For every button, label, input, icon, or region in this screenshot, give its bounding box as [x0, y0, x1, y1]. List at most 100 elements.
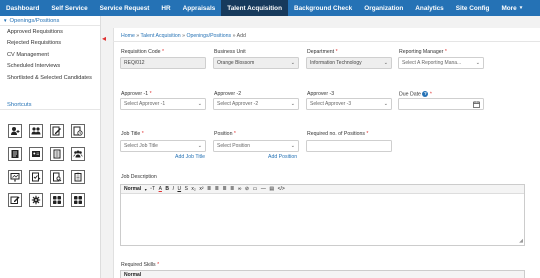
chevron-down-icon: ⌄	[383, 60, 388, 66]
nav-item-hr[interactable]: HR	[155, 0, 176, 16]
toolbar-button[interactable]: ∞	[238, 186, 242, 192]
approver1-select[interactable]: Select Approver -1 ⌄	[120, 98, 206, 110]
chevron-down-icon: ⌄	[197, 143, 202, 149]
approver3-label: Approver -3	[307, 91, 335, 97]
document-search-icon[interactable]	[50, 170, 64, 184]
font-color-icon[interactable]: A	[159, 186, 162, 192]
shortcuts-heading: Shortcuts	[0, 100, 100, 110]
nav-item-analytics[interactable]: Analytics	[409, 0, 449, 16]
nav-item-label: Self Service	[51, 4, 88, 12]
position-label: Position *	[214, 131, 236, 137]
nav-item-label: Organization	[364, 4, 404, 12]
nav-item-label: Analytics	[415, 4, 444, 12]
help-icon[interactable]: ?	[422, 91, 429, 97]
job-description-editor[interactable]: Normal ▾ ▫T A B I U Sx₂ x² ≣ ≣ ≣ ≣ ∞ ⊘ ▭ — ▤ </> ◢	[120, 184, 525, 246]
position-select[interactable]: Select Position ⌄	[213, 140, 299, 152]
add-position-link[interactable]: Add Position	[268, 154, 297, 160]
checklist-icon[interactable]	[29, 170, 43, 184]
gear-icon[interactable]	[29, 193, 43, 207]
due-date-label: Due Date ? *	[399, 91, 432, 98]
add-job-title-link[interactable]: Add Job Title	[175, 154, 205, 160]
nav-item-appraisals[interactable]: Appraisals	[177, 0, 222, 16]
toolbar-button[interactable]: I	[173, 186, 174, 192]
toolbar-button[interactable]: ▭	[253, 186, 258, 192]
due-date-input[interactable]	[398, 98, 484, 110]
toolbar-button[interactable]: S	[185, 186, 188, 192]
sidebar-section-label: Openings/Positions	[9, 17, 60, 24]
breadcrumb-talent[interactable]: Talent Acquisition	[141, 33, 181, 39]
breadcrumb-home[interactable]: Home	[121, 33, 135, 39]
nav-item-site-config[interactable]: Site Config	[450, 0, 496, 16]
group-icon[interactable]	[71, 147, 85, 161]
breadcrumb-sep: »	[136, 33, 140, 39]
text-color-icon[interactable]: ▫T	[150, 186, 155, 192]
toolbar-button[interactable]: ≣	[207, 186, 211, 192]
format-select[interactable]: Normal	[124, 272, 141, 278]
shortcuts-grid	[8, 124, 85, 207]
format-select[interactable]: Normal	[124, 186, 141, 192]
toolbar-button[interactable]: ≣	[222, 186, 226, 192]
nav-item-more[interactable]: More ▾	[495, 0, 528, 16]
reporting-manager-select[interactable]: Select A Reporting Mana... ⌄	[398, 57, 484, 69]
nav-item-label: Background Check	[293, 4, 353, 12]
sidebar-section-openings[interactable]: ▼ Openings/Positions	[0, 16, 100, 26]
list-document-icon[interactable]	[8, 147, 22, 161]
toolbar-button[interactable]: ≣	[230, 186, 234, 192]
grid-apps-icon[interactable]	[71, 193, 85, 207]
clipboard-lines-icon[interactable]	[71, 170, 85, 184]
nav-item-service-request[interactable]: Service Request	[94, 0, 156, 16]
breadcrumb-openings[interactable]: Openings/Positions	[186, 33, 231, 39]
sidebar-item-approved[interactable]: Approved Requisitions	[0, 26, 100, 38]
sidebar-item-shortlisted[interactable]: Shortlisted & Selected Candidates	[0, 72, 100, 94]
nav-item-label: More	[501, 4, 517, 12]
nav-item-label: Dashboard	[6, 4, 40, 12]
sidebar-item-rejected[interactable]: Rejected Requisitions	[0, 38, 100, 50]
toolbar-button[interactable]: ⊘	[245, 186, 249, 192]
chevron-down-icon: ⌄	[290, 143, 295, 149]
document-schedule-icon[interactable]	[71, 124, 85, 138]
nav-item-self-service[interactable]: Self Service	[45, 0, 93, 16]
num-positions-label: Required no. of Positions *	[307, 131, 369, 137]
required-skills-editor[interactable]: Normal	[120, 270, 525, 278]
required-skills-label: Required Skills *	[121, 262, 160, 268]
id-card-icon[interactable]	[29, 147, 43, 161]
nav-item-background-check[interactable]: Background Check	[288, 0, 358, 16]
user-add-icon[interactable]	[8, 124, 22, 138]
calendar-icon[interactable]	[473, 101, 480, 109]
sidebar-item-cv-management[interactable]: CV Management	[0, 49, 100, 61]
editor-body[interactable]	[121, 194, 524, 246]
toolbar-button[interactable]: ▤	[269, 186, 274, 192]
num-positions-input[interactable]	[306, 140, 392, 152]
nav-item-label: Talent Acquisition	[227, 4, 282, 12]
breadcrumb-sep: »	[182, 33, 185, 39]
sidebar-item-scheduled-interviews[interactable]: Scheduled Interviews	[0, 61, 100, 73]
document-lines-icon[interactable]	[50, 147, 64, 161]
toolbar-button[interactable]: </>	[278, 186, 285, 192]
caret-left-icon[interactable]: ◂	[102, 35, 106, 43]
nav-item-dashboard[interactable]: Dashboard	[0, 0, 45, 16]
toolbar-button[interactable]: B	[165, 186, 169, 192]
job-title-select[interactable]: Select Job Title ⌄	[120, 140, 206, 152]
nav-item-talent-acquisition[interactable]: Talent Acquisition	[221, 0, 288, 16]
requisition-code-field[interactable]: REQ/012	[120, 57, 206, 69]
approver3-select[interactable]: Select Approver -3 ⌄	[306, 98, 392, 110]
department-select[interactable]: Information Technology ⌄	[306, 57, 392, 69]
chart-screen-icon[interactable]	[8, 170, 22, 184]
nav-item-organization[interactable]: Organization	[358, 0, 409, 16]
edit-document-icon[interactable]	[50, 124, 64, 138]
business-unit-select[interactable]: Orange Blossom ⌄	[213, 57, 299, 69]
toolbar-button[interactable]: x²	[199, 186, 203, 192]
toolbar-button[interactable]: —	[261, 186, 266, 192]
toolbar-button[interactable]: x₂	[191, 186, 195, 192]
caret-down-icon: ▾	[519, 5, 523, 11]
toolbar-button[interactable]: U	[177, 186, 181, 192]
toolbar-button[interactable]: ≣	[215, 186, 219, 192]
resize-handle-icon[interactable]: ◢	[519, 238, 523, 244]
nav-item-label: HR	[161, 4, 171, 12]
users-settings-icon[interactable]	[29, 124, 43, 138]
approver2-select[interactable]: Select Approver -2 ⌄	[213, 98, 299, 110]
grid-apps-icon[interactable]	[50, 193, 64, 207]
editor-toolbar: Normal	[121, 271, 524, 278]
approver1-label: Approver -1 *	[121, 91, 152, 97]
edit-box-icon[interactable]	[8, 193, 22, 207]
